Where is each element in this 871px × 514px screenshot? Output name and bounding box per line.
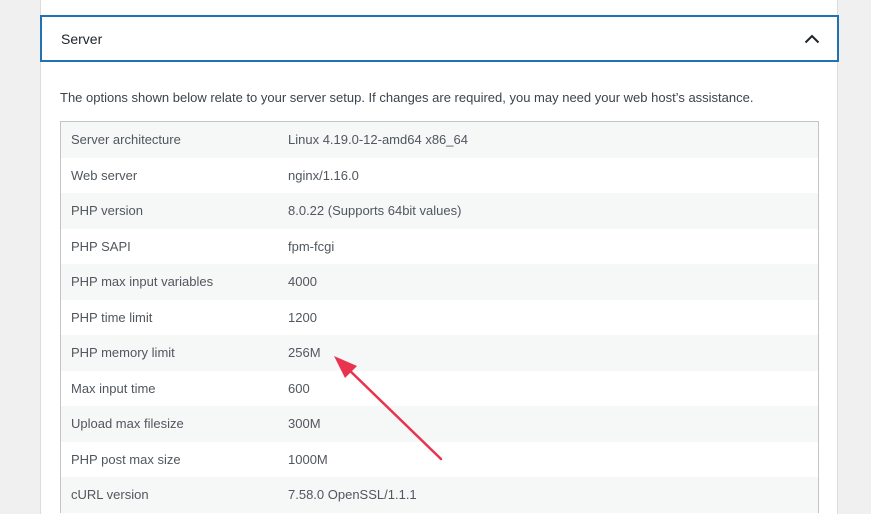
row-label: PHP version: [71, 203, 144, 219]
previous-section-edge: [41, 0, 837, 15]
row-value: nginx/1.16.0: [288, 167, 359, 183]
table-row: cURL version 7.58.0 OpenSSL/1.1.1: [61, 477, 818, 513]
table-row: PHP time limit 1200: [61, 300, 818, 336]
row-label: PHP memory limit: [71, 345, 175, 361]
table-row: Server architecture Linux 4.19.0-12-amd6…: [61, 122, 818, 158]
row-label: Max input time: [71, 380, 156, 396]
row-label: PHP max input variables: [71, 274, 214, 290]
row-value: 8.0.22 (Supports 64bit values): [288, 203, 462, 219]
row-value: 1000M: [288, 451, 328, 467]
row-value: 4000: [288, 274, 317, 290]
table-row: PHP SAPI fpm-fcgi: [61, 229, 818, 265]
site-health-panel: Server The options shown below relate to…: [40, 0, 839, 514]
row-value: 1200: [288, 309, 317, 325]
server-info-table: Server architecture Linux 4.19.0-12-amd6…: [60, 121, 819, 513]
table-row: Max input time 600: [61, 371, 818, 407]
table-row: PHP version 8.0.22 (Supports 64bit value…: [61, 193, 818, 229]
chevron-up-icon[interactable]: [803, 30, 821, 48]
table-row: Upload max filesize 300M: [61, 406, 818, 442]
row-label: PHP time limit: [71, 309, 153, 325]
server-section-toggle[interactable]: Server: [40, 15, 839, 62]
row-label: Upload max filesize: [71, 416, 184, 432]
row-value: 7.58.0 OpenSSL/1.1.1: [288, 487, 417, 503]
row-value: 300M: [288, 416, 321, 432]
row-label: cURL version: [71, 487, 149, 503]
table-row: PHP post max size 1000M: [61, 442, 818, 478]
section-description: The options shown below relate to your s…: [60, 90, 754, 105]
row-label: Server architecture: [71, 132, 181, 148]
section-title: Server: [61, 30, 103, 47]
table-row: PHP memory limit 256M: [61, 335, 818, 371]
row-value: 600: [288, 380, 310, 396]
memory-limit-value: 256M: [288, 345, 321, 361]
row-label: Web server: [71, 167, 138, 183]
table-row: Web server nginx/1.16.0: [61, 158, 818, 194]
table-row: PHP max input variables 4000: [61, 264, 818, 300]
row-value: fpm-fcgi: [288, 238, 335, 254]
row-label: PHP SAPI: [71, 238, 131, 254]
row-label: PHP post max size: [71, 451, 181, 467]
row-value: Linux 4.19.0-12-amd64 x86_64: [288, 132, 468, 148]
